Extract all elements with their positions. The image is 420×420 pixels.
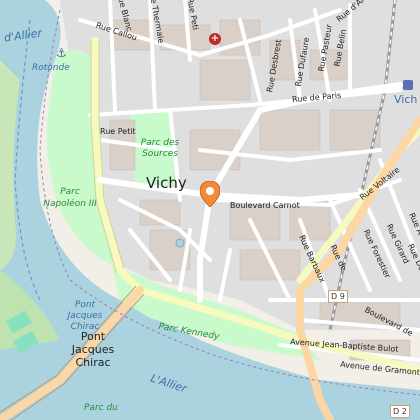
- city-label-vichy: Vichy: [146, 174, 187, 192]
- street-label-carnot: Boulevard Carnot: [230, 201, 300, 210]
- park-label-sources: Parc des Sources: [140, 138, 180, 159]
- road-shield-d9: D 9: [328, 290, 348, 303]
- map-canvas[interactable]: + ⚓ Vichy Vich d'Allier L'Allier Rotonde…: [0, 0, 420, 420]
- railway-station-icon[interactable]: [403, 80, 413, 90]
- hospital-cross-icon[interactable]: +: [209, 33, 221, 45]
- port-label: Rotonde: [32, 63, 70, 73]
- fountain: [175, 238, 185, 248]
- tourist-attraction-marker-icon[interactable]: [200, 181, 220, 207]
- road-shield-d2: D 2: [390, 405, 410, 418]
- park-label-bottom: Parc du: [84, 403, 118, 413]
- station-label: Vich: [394, 93, 418, 106]
- park-label-napoleon: Parc Napoléon III: [43, 187, 97, 209]
- bridge-label-blue: Pont Jacques Chirac: [67, 300, 103, 332]
- bridge-label-main: Pont Jacques Chirac: [71, 330, 115, 369]
- port-anchor-icon[interactable]: ⚓: [56, 46, 68, 60]
- street-label-petit: Rue Petit: [100, 127, 136, 136]
